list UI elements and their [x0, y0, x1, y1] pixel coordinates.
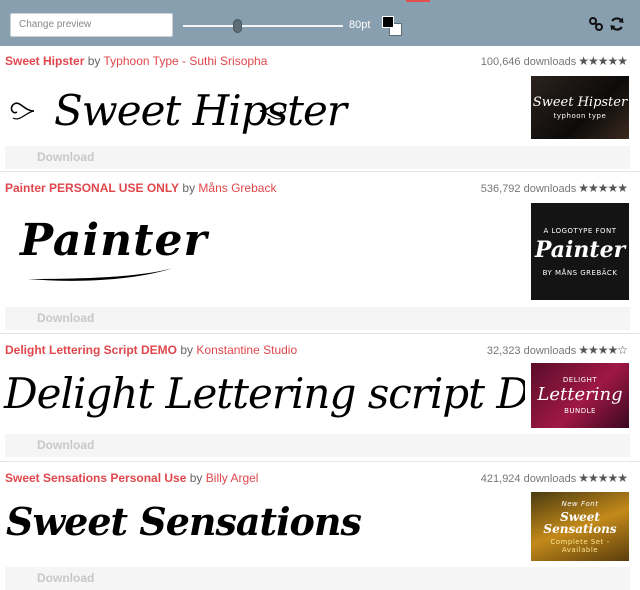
font-preview[interactable]: Sweet Sensations — [0, 491, 525, 561]
foreground-color-swatch[interactable] — [382, 16, 394, 28]
rating-stars: ★★★★★ — [578, 54, 628, 68]
download-label: Download — [37, 438, 95, 452]
active-indicator — [406, 0, 430, 2]
by-label: by — [189, 471, 203, 485]
download-label: Download — [37, 311, 95, 325]
designer-link[interactable]: Billy Argel — [206, 471, 259, 485]
size-slider-track[interactable] — [183, 25, 343, 27]
font-preview[interactable]: Delight Lettering script Demo re — [0, 363, 525, 429]
size-slider-thumb[interactable] — [233, 19, 243, 33]
preview-text-input[interactable]: Change preview — [10, 13, 173, 37]
designer-link[interactable]: Konstantine Studio — [196, 343, 297, 357]
thumbnail-subtitle: BY MÅNS GREBÄCK — [542, 268, 618, 277]
designer-link[interactable]: Måns Greback — [198, 181, 276, 195]
font-preview[interactable]: Sweet Hipster — [0, 76, 525, 142]
thumbnail-top-label: DELIGHT — [562, 376, 598, 384]
font-preview[interactable]: Painter — [0, 203, 525, 299]
download-label: Download — [37, 571, 95, 585]
rating-stars: ★★★★☆ — [578, 343, 628, 357]
thumbnail-top-label: A LOGOTYPE FONT — [543, 226, 617, 235]
thumbnail-subtitle: BUNDLE — [564, 407, 596, 415]
flourish-right-icon — [259, 102, 287, 120]
preview-text: Painter — [20, 215, 208, 266]
row-divider — [0, 461, 640, 462]
size-label: 80pt — [349, 19, 371, 31]
thumbnail-subtitle: Complete Set - Available — [550, 537, 610, 554]
refresh-icon[interactable] — [609, 16, 625, 32]
designer-link[interactable]: Typhoon Type - Suthi Srisopha — [104, 54, 268, 68]
thumbnail-title: Painter — [534, 236, 626, 263]
flourish-left-icon — [10, 102, 35, 120]
font-name-link[interactable]: Sweet Hipster — [5, 54, 84, 68]
download-count: 536,792 downloads — [480, 183, 577, 195]
toolbar: Change preview 80pt — [0, 0, 640, 46]
font-thumbnail[interactable]: A LOGOTYPE FONT Painter BY MÅNS GREBÄCK — [531, 203, 629, 300]
thumbnail-title: Sweet Hipster — [532, 94, 628, 110]
row-divider — [0, 333, 640, 334]
color-picker[interactable] — [380, 14, 404, 36]
font-thumbnail[interactable]: DELIGHT Lettering BUNDLE — [531, 363, 629, 428]
rating-stars: ★★★★★ — [578, 471, 628, 485]
font-name-link[interactable]: Delight Lettering Script DEMO — [5, 343, 177, 357]
download-button[interactable]: Download — [5, 307, 630, 330]
thumbnail-title: Lettering — [537, 384, 623, 405]
download-count: 421,924 downloads — [480, 473, 577, 485]
preview-text: Sweet Sensations — [6, 499, 362, 544]
by-label: by — [87, 54, 101, 68]
download-count: 100,646 downloads — [480, 56, 577, 68]
download-button[interactable]: Download — [5, 434, 630, 457]
download-button[interactable]: Download — [5, 146, 630, 169]
by-label: by — [180, 343, 194, 357]
font-name-link[interactable]: Painter PERSONAL USE ONLY — [5, 181, 179, 195]
preview-text: Sweet Hipster — [54, 86, 347, 135]
font-thumbnail[interactable]: Sweet Hipster typhoon type — [531, 76, 629, 139]
font-name-link[interactable]: Sweet Sensations Personal Use — [5, 471, 186, 485]
swash-underline-icon — [28, 267, 176, 281]
row-divider — [0, 171, 640, 172]
preview-text: Delight Lettering script Demo re — [4, 369, 525, 418]
thumbnail-title: Sweet Sensations — [543, 509, 617, 536]
download-count: 32,323 downloads — [486, 345, 577, 357]
font-thumbnail[interactable]: New Font Sweet Sensations Complete Set -… — [531, 492, 629, 561]
download-label: Download — [37, 150, 95, 164]
thumbnail-top-label: New Font — [561, 499, 599, 508]
rating-stars: ★★★★★ — [578, 181, 628, 195]
link-icon[interactable] — [588, 16, 604, 32]
by-label: by — [182, 181, 196, 195]
thumbnail-subtitle: typhoon type — [553, 111, 607, 120]
